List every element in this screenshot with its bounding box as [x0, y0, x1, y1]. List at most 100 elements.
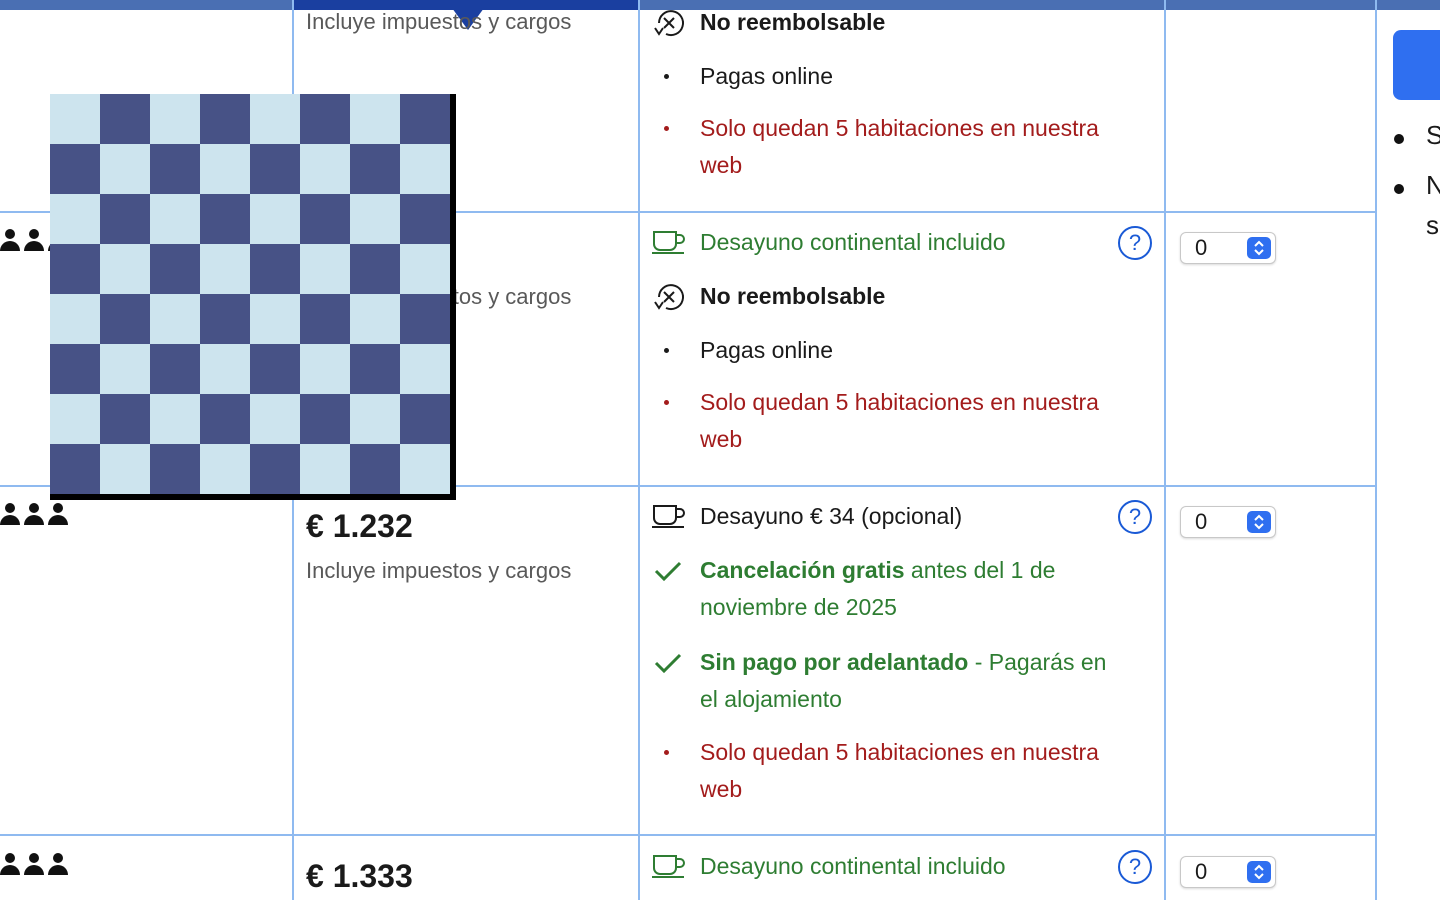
checker-square — [200, 444, 250, 494]
checker-square — [300, 244, 350, 294]
checker-square — [400, 444, 450, 494]
reserve-button[interactable] — [1393, 30, 1440, 100]
checker-square — [300, 144, 350, 194]
checker-square — [350, 344, 400, 394]
check-icon — [652, 554, 686, 588]
checker-square — [400, 344, 450, 394]
checker-square — [200, 144, 250, 194]
checkerboard-image — [50, 94, 456, 500]
checker-square — [50, 94, 100, 144]
stepper-arrows-icon — [1247, 237, 1271, 259]
checker-square — [100, 444, 150, 494]
checker-square — [400, 244, 450, 294]
checker-square — [350, 244, 400, 294]
checker-square — [150, 244, 200, 294]
checker-square — [50, 144, 100, 194]
coffee-cup-icon — [652, 850, 686, 884]
checker-square — [100, 394, 150, 444]
stepper-arrows-icon — [1247, 511, 1271, 533]
column-divider — [1164, 0, 1166, 900]
checker-square — [400, 194, 450, 244]
checker-square — [200, 194, 250, 244]
guest-capacity — [0, 503, 68, 529]
checker-square — [100, 344, 150, 394]
tax-note: Incluye impuestos y cargos — [306, 9, 572, 34]
checker-square — [200, 344, 250, 394]
checker-square — [100, 294, 150, 344]
room-price: € 1.333 — [306, 858, 413, 894]
checker-square — [400, 144, 450, 194]
help-icon[interactable]: ? — [1118, 850, 1152, 884]
bullet-icon — [664, 750, 669, 755]
checker-square — [200, 294, 250, 344]
checker-square — [350, 294, 400, 344]
bullet-icon — [664, 400, 669, 405]
checker-square — [250, 294, 300, 344]
checker-square — [400, 294, 450, 344]
checker-square — [300, 194, 350, 244]
checker-square — [50, 244, 100, 294]
person-icon — [24, 503, 44, 529]
person-icon — [24, 853, 44, 879]
person-icon — [0, 853, 20, 879]
checker-square — [350, 94, 400, 144]
no-refund-icon — [652, 280, 686, 314]
checker-square — [250, 244, 300, 294]
column-divider — [1375, 0, 1377, 900]
room-quantity-select[interactable]: 0 — [1180, 506, 1276, 538]
column-divider — [638, 0, 640, 900]
check-icon — [652, 646, 686, 680]
checker-square — [50, 344, 100, 394]
checker-square — [250, 194, 300, 244]
checker-square — [350, 394, 400, 444]
checker-square — [200, 394, 250, 444]
person-icon — [24, 229, 44, 255]
no-refund-icon — [652, 6, 686, 40]
checker-square — [150, 444, 200, 494]
checker-square — [350, 194, 400, 244]
checker-square — [300, 444, 350, 494]
bullet-icon — [664, 74, 669, 79]
checker-square — [300, 294, 350, 344]
checker-square — [100, 144, 150, 194]
checker-square — [100, 244, 150, 294]
coffee-cup-icon — [652, 226, 686, 260]
checker-square — [150, 394, 200, 444]
checker-square — [250, 394, 300, 444]
help-icon[interactable]: ? — [1118, 226, 1152, 260]
checker-square — [250, 94, 300, 144]
tax-note: Incluye impuestos y cargos — [306, 558, 572, 583]
room-quantity-select[interactable]: 0 — [1180, 856, 1276, 888]
checker-square — [50, 194, 100, 244]
checker-square — [350, 444, 400, 494]
checker-square — [150, 294, 200, 344]
checker-square — [250, 444, 300, 494]
row-divider — [0, 834, 1376, 836]
bullet-icon — [664, 126, 669, 131]
checker-square — [200, 94, 250, 144]
checker-square — [250, 144, 300, 194]
checker-square — [100, 194, 150, 244]
checker-square — [300, 344, 350, 394]
person-icon — [0, 229, 20, 255]
checker-square — [50, 444, 100, 494]
checker-square — [150, 144, 200, 194]
bullet-icon — [664, 348, 669, 353]
checker-square — [100, 94, 150, 144]
checker-square — [400, 94, 450, 144]
checker-square — [300, 94, 350, 144]
checker-square — [300, 394, 350, 444]
stepper-arrows-icon — [1247, 861, 1271, 883]
coffee-cup-icon — [652, 500, 686, 534]
room-quantity-select[interactable]: 0 — [1180, 232, 1276, 264]
checker-square — [150, 344, 200, 394]
checker-square — [150, 94, 200, 144]
guest-capacity — [0, 853, 68, 879]
checker-square — [50, 294, 100, 344]
help-icon[interactable]: ? — [1118, 500, 1152, 534]
person-icon — [48, 503, 68, 529]
checker-square — [150, 194, 200, 244]
checker-square — [250, 344, 300, 394]
person-icon — [48, 853, 68, 879]
room-price: € 1.232 — [306, 508, 413, 544]
